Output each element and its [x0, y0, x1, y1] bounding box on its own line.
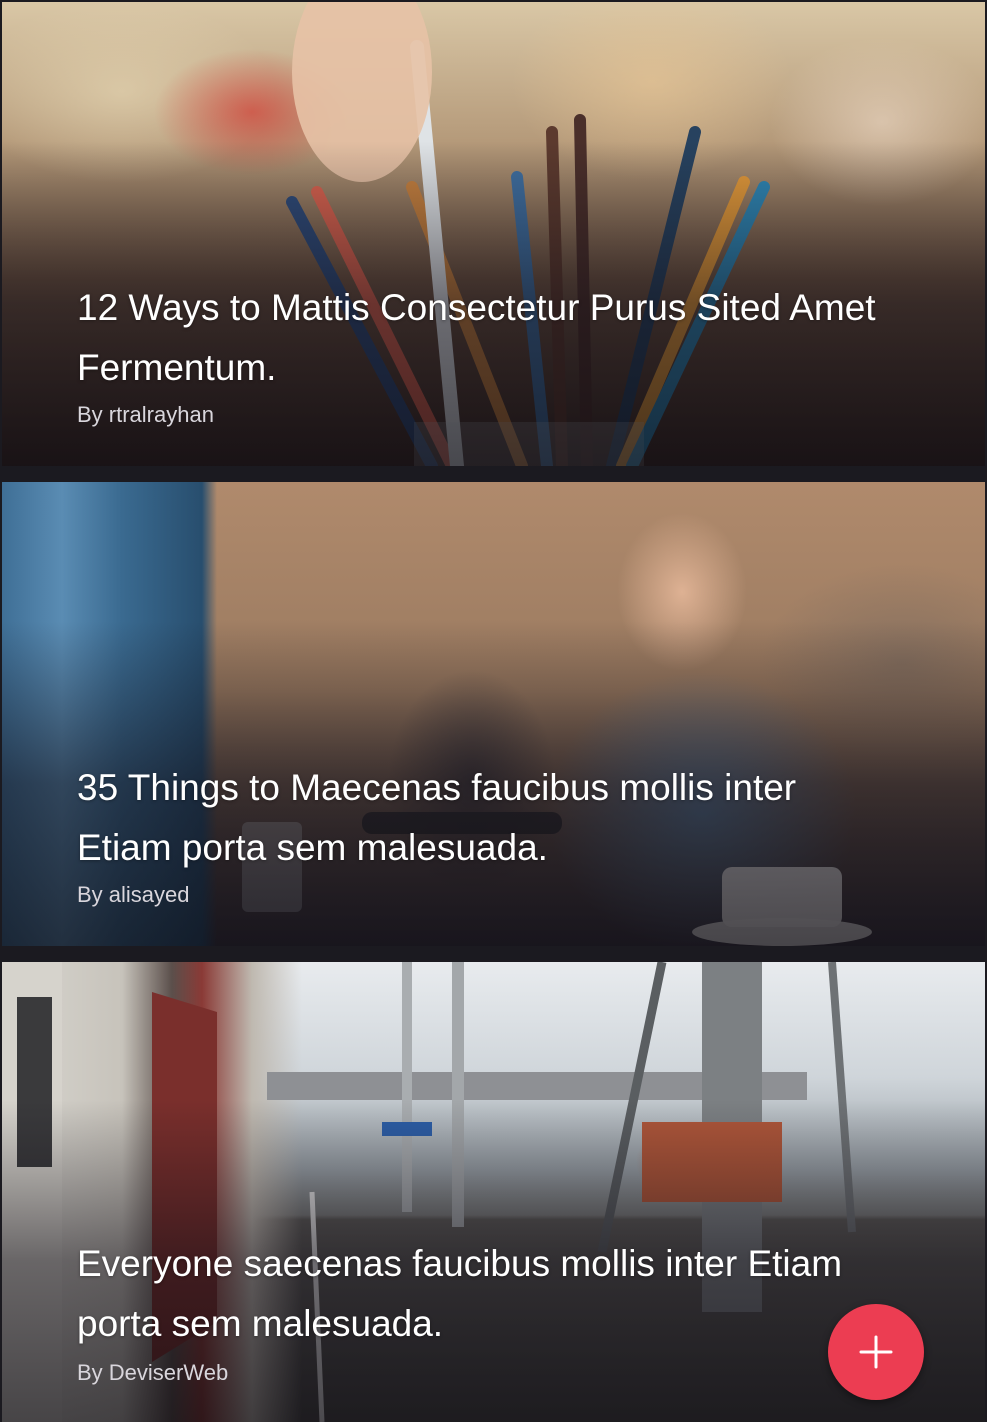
article-feed: 12 Ways to Mattis Consectetur Purus Site…	[0, 0, 987, 1422]
article-title[interactable]: Everyone saecenas faucibus mollis inter …	[77, 1234, 895, 1354]
plus-icon	[859, 1335, 893, 1369]
article-author: By rtralrayhan	[77, 402, 214, 427]
article-card[interactable]: 12 Ways to Mattis Consectetur Purus Site…	[2, 2, 985, 466]
article-author: By DeviserWeb	[77, 1360, 229, 1385]
article-card[interactable]: 35 Things to Maecenas faucibus mollis in…	[2, 482, 985, 946]
article-title[interactable]: 12 Ways to Mattis Consectetur Purus Site…	[77, 278, 895, 398]
article-author: By alisayed	[77, 882, 190, 907]
article-title[interactable]: 35 Things to Maecenas faucibus mollis in…	[77, 758, 895, 878]
add-button[interactable]	[828, 1304, 924, 1400]
